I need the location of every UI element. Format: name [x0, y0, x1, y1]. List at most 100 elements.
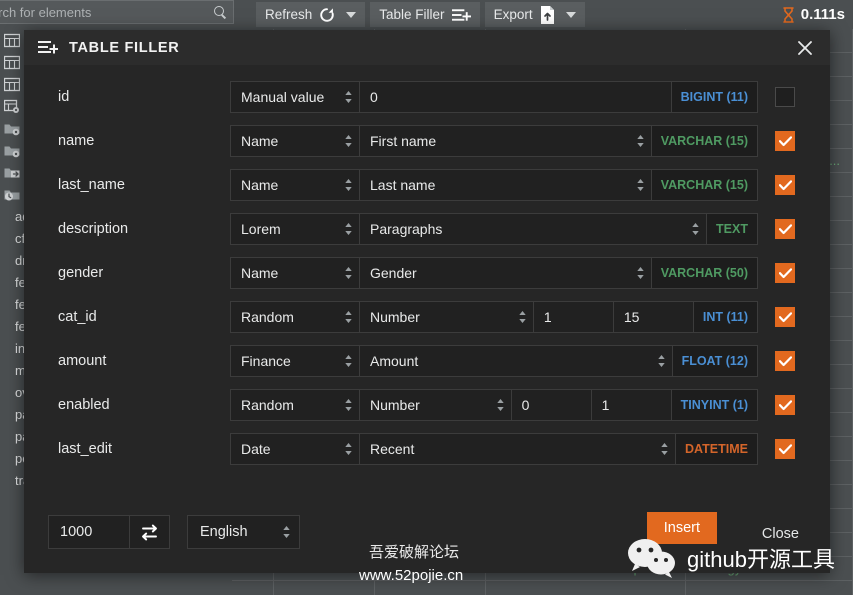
language-value: English: [200, 524, 248, 540]
enable-field-checkbox[interactable]: [775, 395, 795, 415]
category-value: Name: [241, 265, 279, 281]
category-select[interactable]: Manual value: [230, 81, 360, 113]
chevron-updown-icon: [519, 311, 526, 323]
table-cell[interactable]: [232, 581, 274, 595]
query-timer: 0.111s: [782, 0, 845, 29]
category-value: Name: [241, 133, 279, 149]
category-value: Random: [241, 309, 294, 325]
language-select[interactable]: English: [187, 515, 300, 549]
enable-field-checkbox[interactable]: [775, 439, 795, 459]
value-select[interactable]: Number: [360, 301, 534, 333]
folder-gear-icon: [4, 121, 20, 136]
chevron-updown-icon: [661, 443, 668, 455]
refresh-button-label: Refresh: [265, 7, 313, 22]
table-filler-button-label: Table Filler: [379, 7, 445, 22]
category-select[interactable]: Name: [230, 125, 360, 157]
enable-field-checkbox[interactable]: [775, 263, 795, 283]
table-icon: [3, 55, 21, 70]
value-select[interactable]: Recent: [360, 433, 677, 465]
category-value: Finance: [241, 353, 291, 369]
search-icon: [213, 5, 227, 19]
chevron-updown-icon: [637, 135, 644, 147]
refresh-button[interactable]: Refresh: [256, 2, 366, 27]
chevron-updown-icon: [345, 223, 352, 235]
table-filler-button[interactable]: Table Filler: [370, 2, 480, 27]
chevron-updown-icon: [283, 526, 290, 538]
close-icon[interactable]: [792, 35, 818, 61]
value-select[interactable]: Paragraphs: [360, 213, 708, 245]
export-button[interactable]: Export: [484, 2, 585, 27]
field-row: name Name First name VARCHAR (15): [42, 119, 812, 163]
table-cell[interactable]: [375, 581, 487, 595]
row-count-value: 1000: [60, 524, 93, 540]
export-caret-icon[interactable]: [565, 11, 576, 18]
app-root: _teegnTSPSaqucfgdrmfepfepfepinfomyovpaxp…: [0, 0, 853, 595]
category-select[interactable]: Finance: [230, 345, 360, 377]
data-type-badge: TEXT: [707, 213, 758, 245]
table-cell[interactable]: [686, 581, 853, 595]
field-row: description Lorem Paragraphs TEXT: [42, 207, 812, 251]
field-row: enabled Random Number 0 1 TINYINT (1): [42, 383, 812, 427]
max-input[interactable]: 1: [591, 389, 672, 421]
value-select[interactable]: Last name: [360, 169, 652, 201]
field-row: gender Name Gender VARCHAR (50): [42, 251, 812, 295]
table-row[interactable]: [232, 581, 853, 595]
cancel-button[interactable]: Close: [762, 526, 799, 542]
enable-field-checkbox[interactable]: [775, 175, 795, 195]
enable-field-checkbox[interactable]: [775, 219, 795, 239]
field-row: amount Finance Amount FLOAT (12): [42, 339, 812, 383]
value-select[interactable]: Amount: [360, 345, 673, 377]
export-button-label: Export: [493, 7, 533, 22]
app-toolbar: Search for elements Refresh Table Filler: [0, 0, 853, 29]
category-select[interactable]: Date: [230, 433, 360, 465]
value-option: Amount: [370, 353, 419, 369]
min-input[interactable]: 1: [533, 301, 614, 333]
folder-clock-icon: [4, 187, 20, 202]
folder-arrow-icon: [4, 165, 20, 180]
category-select[interactable]: Name: [230, 257, 360, 289]
dialog-title: TABLE FILLER: [69, 39, 180, 56]
table-filler-dialog: TABLE FILLER id Manual value 0 BIGINT (11) n…: [24, 30, 830, 573]
field-name: last_name: [58, 177, 125, 193]
table-cell[interactable]: [274, 581, 375, 595]
field-name: cat_id: [58, 309, 97, 325]
category-select[interactable]: Lorem: [230, 213, 360, 245]
value-select[interactable]: Gender: [360, 257, 652, 289]
enable-field-checkbox[interactable]: [775, 307, 795, 327]
refresh-caret-icon[interactable]: [346, 11, 357, 18]
category-select[interactable]: Random: [230, 301, 360, 333]
table-view-icon: [3, 99, 20, 114]
category-select[interactable]: Random: [230, 389, 360, 421]
category-select[interactable]: Name: [230, 169, 360, 201]
chevron-updown-icon: [345, 135, 352, 147]
enable-field-checkbox[interactable]: [775, 87, 795, 107]
chevron-updown-icon: [692, 223, 699, 235]
table-filler-icon: [38, 41, 58, 54]
min-input[interactable]: 0: [511, 389, 592, 421]
field-row: last_name Name Last name VARCHAR (15): [42, 163, 812, 207]
manual-value-input[interactable]: 0: [360, 81, 672, 113]
shuffle-button[interactable]: [130, 515, 170, 549]
enable-field-checkbox[interactable]: [775, 131, 795, 151]
field-name: last_edit: [58, 441, 113, 457]
field-name: id: [58, 89, 70, 105]
row-count-input[interactable]: 1000: [48, 515, 130, 549]
field-name: amount: [58, 353, 107, 369]
value-select[interactable]: Number: [360, 389, 512, 421]
data-type-badge: VARCHAR (15): [651, 125, 758, 157]
field-row: cat_id Random Number 1 15 INT (11): [42, 295, 812, 339]
table-cell[interactable]: [486, 581, 686, 595]
insert-button[interactable]: Insert: [646, 512, 717, 544]
value-select[interactable]: First name: [360, 125, 652, 157]
search-input[interactable]: Search for elements: [0, 0, 234, 24]
field-row: id Manual value 0 BIGINT (11): [42, 75, 812, 119]
dialog-footer: 1000 English Insert Close: [24, 501, 830, 573]
value-option: Number: [370, 309, 420, 325]
chevron-updown-icon: [657, 355, 665, 367]
max-input[interactable]: 15: [613, 301, 694, 333]
data-type-badge: TINYINT (1): [671, 389, 758, 421]
min-value: 0: [521, 397, 530, 413]
refresh-icon: [320, 7, 335, 22]
field-name: enabled: [58, 397, 110, 413]
enable-field-checkbox[interactable]: [775, 351, 795, 371]
